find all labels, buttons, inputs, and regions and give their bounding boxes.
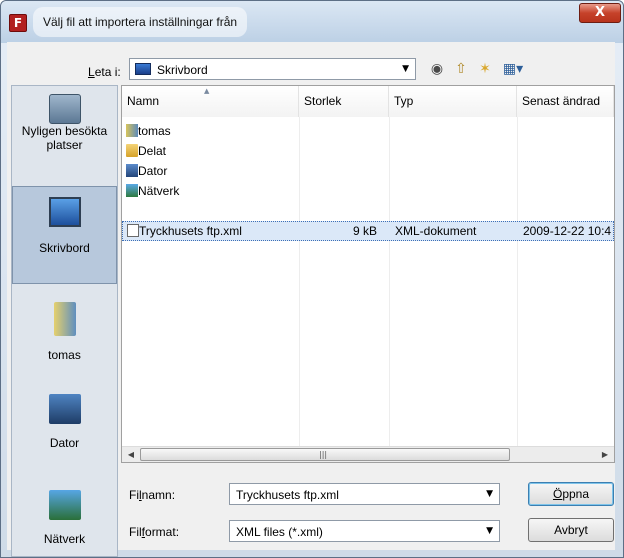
- column-header-type[interactable]: Typ: [389, 86, 517, 117]
- title-bar[interactable]: F Välj fil att importera inställningar f…: [1, 1, 623, 43]
- file-type: XML-dokument: [395, 224, 477, 238]
- filetype-value: XML files (*.xml): [236, 525, 323, 539]
- user-folder-icon: [53, 302, 76, 336]
- file-list[interactable]: Namn Storlek Typ Senast ändrad ▲ tomas D…: [121, 85, 615, 463]
- place-user[interactable]: tomas: [12, 302, 117, 362]
- close-button[interactable]: X: [579, 3, 621, 23]
- window-title: Välj fil att importera inställningar frå…: [33, 7, 248, 37]
- file-row-selected[interactable]: Tryckhusets ftp.xml 9 kB XML-dokument 20…: [122, 221, 614, 241]
- place-label: Nätverk: [43, 532, 86, 546]
- file-name: Nätverk: [138, 184, 180, 198]
- recent-places-icon: [48, 94, 81, 124]
- computer-icon: [48, 394, 81, 424]
- filezilla-app-icon: F: [9, 14, 27, 32]
- file-row[interactable]: Dator: [122, 162, 614, 180]
- filename-combo[interactable]: Tryckhusets ftp.xml ▼: [229, 483, 500, 505]
- file-size: 9 kB: [352, 224, 377, 238]
- place-recent[interactable]: Nyligen besökta platser: [12, 94, 117, 152]
- place-label: tomas: [48, 348, 81, 362]
- scrollbar-thumb[interactable]: |||: [140, 448, 510, 461]
- place-desktop[interactable]: Skrivbord: [12, 186, 117, 284]
- column-header-date[interactable]: Senast ändrad: [517, 86, 614, 117]
- sort-arrow-icon: ▲: [204, 87, 210, 95]
- look-in-combo[interactable]: Skrivbord ▼: [129, 58, 416, 80]
- file-name: Dator: [138, 164, 168, 178]
- folder-icon: [126, 144, 138, 157]
- column-header-name[interactable]: Namn: [122, 86, 299, 117]
- place-label: Nyligen besökta platser: [21, 124, 108, 152]
- chevron-down-icon[interactable]: ▼: [402, 64, 409, 74]
- place-network[interactable]: Nätverk: [12, 490, 117, 546]
- place-computer[interactable]: Dator: [12, 394, 117, 450]
- filetype-label: Filformat:: [129, 525, 180, 539]
- up-folder-icon[interactable]: ⇧: [452, 60, 470, 78]
- horizontal-scrollbar[interactable]: ◀ ||| ▶: [122, 446, 614, 462]
- desktop-icon: [48, 197, 81, 227]
- xml-file-icon: [127, 224, 139, 237]
- network-icon: [126, 184, 138, 197]
- place-label: Skrivbord: [39, 241, 90, 255]
- file-name: Tryckhusets ftp.xml: [139, 224, 242, 238]
- file-name: tomas: [138, 124, 171, 138]
- file-row[interactable]: tomas: [122, 122, 614, 140]
- column-header-size[interactable]: Storlek: [299, 86, 389, 117]
- back-icon[interactable]: ◉: [428, 60, 446, 78]
- file-row[interactable]: Delat: [122, 142, 614, 160]
- look-in-value: Skrivbord: [157, 63, 208, 77]
- place-label: Dator: [49, 436, 80, 450]
- scroll-left-icon[interactable]: ◀: [124, 448, 138, 462]
- file-date: 2009-12-22 10:4: [523, 224, 612, 238]
- network-icon: [48, 490, 81, 520]
- places-bar: Nyligen besökta platser Skrivbord tomas …: [11, 85, 118, 557]
- computer-icon: [126, 164, 138, 177]
- new-folder-icon[interactable]: ✶: [476, 60, 494, 78]
- filename-value: Tryckhusets ftp.xml: [236, 488, 339, 502]
- grip-icon: |||: [319, 450, 328, 459]
- file-name: Delat: [138, 144, 167, 158]
- filetype-combo[interactable]: XML files (*.xml) ▼: [229, 520, 500, 542]
- chevron-down-icon[interactable]: ▼: [486, 526, 493, 536]
- filename-label: Filnamn:: [129, 488, 176, 502]
- view-menu-icon[interactable]: ▦▾: [500, 60, 526, 78]
- desktop-icon: [135, 63, 151, 75]
- user-folder-icon: [126, 124, 138, 137]
- cancel-button[interactable]: Avbryt: [528, 518, 614, 542]
- look-in-label: Leta i:: [88, 65, 121, 79]
- chevron-down-icon[interactable]: ▼: [486, 489, 493, 499]
- scroll-right-icon[interactable]: ▶: [598, 448, 612, 462]
- open-button[interactable]: Öppna: [528, 482, 614, 506]
- file-row[interactable]: Nätverk: [122, 182, 614, 200]
